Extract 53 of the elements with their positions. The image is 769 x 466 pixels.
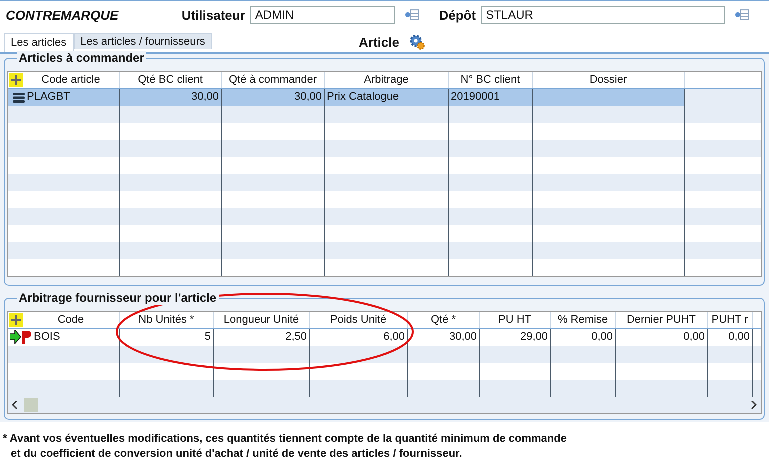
column-header[interactable]: Longueur Unité	[214, 312, 310, 328]
column-header[interactable]: Arbitrage	[325, 72, 449, 88]
table-cell: 5	[120, 328, 214, 346]
list-picker-icon[interactable]	[405, 9, 420, 21]
panel-title: Arbitrage fournisseur pour l'article	[17, 290, 219, 305]
table-cell: 6,00	[310, 328, 408, 346]
table-row[interactable]: BOIS 5 2,50 6,00 30,00 29,00 0,00 0,00 0,00	[8, 328, 761, 346]
column-header[interactable]: Nb Unités *	[120, 312, 214, 328]
column-header[interactable]: Qté *	[408, 312, 480, 328]
column-header[interactable]: Dernier PUHT	[616, 312, 708, 328]
user-field[interactable]: ADMIN	[250, 6, 396, 24]
column-header[interactable]: Qté à commander	[222, 72, 325, 88]
footnote-text: * Avant vos éventuelles modifications, ces quantités tiennent compte de la quantité minimum de commande	[3, 432, 568, 447]
gears-icon[interactable]	[409, 34, 426, 50]
add-icon[interactable]	[9, 73, 23, 87]
column-header[interactable]: N° BC client	[449, 72, 533, 88]
column-header[interactable]: PUHT r	[708, 312, 753, 328]
scroll-right-icon[interactable]	[751, 400, 757, 409]
table-cell: 20190001	[449, 89, 533, 106]
user-label: Utilisateur	[182, 8, 246, 22]
list-picker-icon[interactable]	[735, 9, 749, 21]
table-cell: 0,00	[616, 328, 708, 346]
depot-label: Dépôt	[439, 8, 476, 22]
column-header[interactable]: % Remise	[551, 312, 616, 328]
panel-title: Articles à commander	[17, 51, 146, 65]
table-cell: 30,00	[120, 89, 222, 106]
table-cell: 29,00	[480, 328, 551, 346]
article-label: Article	[359, 34, 400, 50]
arrow-flag-icon	[10, 330, 32, 344]
footnote-text: et du coefficient de conversion unité d'achat / unité de vente des articles / fournisseur.	[10, 447, 464, 462]
tab[interactable]: Les articles	[4, 33, 74, 52]
column-header[interactable]: Poids Unité	[310, 312, 408, 328]
table-cell: 30,00	[222, 89, 325, 106]
form-title: CONTREMARQUE	[6, 8, 120, 22]
stack-icon	[13, 92, 25, 102]
column-header[interactable]: Code	[8, 312, 120, 328]
scroll-left-icon[interactable]	[12, 400, 18, 409]
scrollbar-thumb[interactable]	[24, 398, 38, 412]
table-cell: 2,50	[214, 328, 310, 346]
table-cell: PLAGBT	[8, 89, 120, 106]
table-cell: BOIS	[8, 328, 120, 346]
tab[interactable]: Les articles / fournisseurs	[74, 33, 212, 49]
depot-field[interactable]: STLAUR	[481, 6, 726, 24]
column-header[interactable]: Code article	[8, 72, 120, 88]
table-cell: 0,00	[551, 328, 616, 346]
table-row[interactable]: PLAGBT 30,00 30,00 Prix Catalogue 20190001	[8, 89, 761, 106]
column-header[interactable]: PU HT	[480, 312, 551, 328]
column-header[interactable]: Dossier	[533, 72, 685, 88]
table-cell: 0,00	[708, 328, 753, 346]
table-cell: Prix Catalogue	[325, 89, 449, 106]
add-icon[interactable]	[9, 312, 23, 327]
table-cell: 30,00	[408, 328, 480, 346]
column-header[interactable]: Qté BC client	[120, 72, 222, 88]
